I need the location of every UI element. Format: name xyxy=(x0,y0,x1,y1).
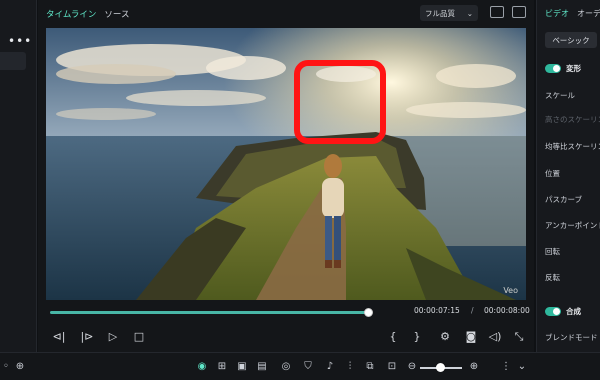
basic-button[interactable]: ベーシック xyxy=(545,32,597,48)
camera-icon[interactable]: ◙ xyxy=(464,330,478,344)
play-icon[interactable]: ▷ xyxy=(106,330,120,344)
scale-label: スケール xyxy=(545,91,575,100)
settings-icon[interactable]: ⚙ xyxy=(438,330,452,344)
split-icon[interactable]: ⊞ xyxy=(216,361,228,373)
image-edit-icon[interactable]: ▤ xyxy=(256,361,268,373)
uniform-scaling-label: 均等比スケーリング xyxy=(545,142,600,151)
stop-icon[interactable]: □ xyxy=(132,330,146,344)
video-frame xyxy=(46,28,526,300)
shield-icon[interactable]: ⛉ xyxy=(302,361,314,373)
composite-label: 合成 xyxy=(566,307,581,316)
editor-window: ••• タイムライン ソース フル品質 ⌄ Veo 00:00:07:15 / … xyxy=(0,0,600,380)
zoom-slider-knob[interactable] xyxy=(436,363,445,372)
next-frame-icon[interactable]: |⊳ xyxy=(80,330,94,344)
time-separator: / xyxy=(471,306,474,315)
zoom-out-icon[interactable]: ⊖ xyxy=(406,361,418,373)
properties-tabs: ビデオ オーディオ xyxy=(537,0,600,26)
position-label: 位置 xyxy=(545,169,560,178)
quality-label: フル品質 xyxy=(425,8,455,18)
drag-handle-icon[interactable]: ⋮ xyxy=(500,361,512,373)
progress-knob[interactable] xyxy=(364,308,373,317)
more-options-icon[interactable]: ••• xyxy=(8,34,32,48)
tab-timeline[interactable]: タイムライン xyxy=(46,8,96,20)
chevron-down-icon: ⌄ xyxy=(466,8,473,18)
fit-icon[interactable]: ⊡ xyxy=(386,361,398,373)
timeline-toolbar: ◦ ⊕ ◉ ⊞ ▣ ▤ ◎ ⛉ ♪ ⫶ ⧉ ⊡ ⊖ ⊕ ⋮ ⌄ xyxy=(0,352,600,380)
mic-icon[interactable]: ♪ xyxy=(324,361,336,373)
mark-in-icon[interactable]: { xyxy=(386,330,400,344)
rotation-label: 回転 xyxy=(545,247,560,256)
snapshot-view-icon[interactable] xyxy=(512,6,526,18)
mixer-icon[interactable]: ⫶ xyxy=(344,361,356,373)
flip-label: 反転 xyxy=(545,273,560,282)
volume-icon[interactable]: ◁) xyxy=(488,330,502,344)
chevron-down-icon[interactable]: ⌄ xyxy=(516,361,528,373)
marker-icon[interactable]: ◦ xyxy=(0,361,12,373)
progress-row: 00:00:07:15 / 00:00:08:00 xyxy=(46,303,530,321)
watermark: Veo xyxy=(503,286,518,295)
total-time: 00:00:08:00 xyxy=(484,306,530,315)
anchor-point-label: アンカーポイント xyxy=(545,221,600,230)
properties-panel: ビデオ オーディオ ベーシック 変形 スケール 高さのスケーリング 均等比スケー… xyxy=(536,0,600,352)
transform-label: 変形 xyxy=(566,64,581,73)
quality-dropdown[interactable]: フル品質 ⌄ xyxy=(420,5,478,21)
ai-face-icon[interactable]: ◉ xyxy=(196,361,208,373)
transform-toggle[interactable] xyxy=(545,64,561,73)
path-curve-label: パスカーブ xyxy=(545,195,583,204)
playback-controls: ⊲| |⊳ ▷ □ { } ⚙ ◙ ◁) ⤡ xyxy=(46,326,526,348)
fullscreen-icon[interactable]: ⤡ xyxy=(512,330,526,344)
duplicate-icon[interactable]: ⧉ xyxy=(364,361,376,373)
current-time: 00:00:07:15 xyxy=(414,306,460,315)
mark-out-icon[interactable]: } xyxy=(410,330,424,344)
crop-icon[interactable]: ▣ xyxy=(236,361,248,373)
tab-audio[interactable]: オーディオ xyxy=(577,8,600,19)
previous-frame-icon[interactable]: ⊲| xyxy=(52,330,66,344)
tab-source[interactable]: ソース xyxy=(104,8,129,20)
composite-toggle[interactable] xyxy=(545,307,561,316)
blend-mode-label: ブレンドモード xyxy=(545,333,598,342)
video-preview[interactable]: Veo xyxy=(46,28,526,300)
highlight-box xyxy=(294,60,386,144)
left-panel: ••• xyxy=(0,0,37,352)
tab-video[interactable]: ビデオ xyxy=(545,8,569,19)
grid-icon[interactable] xyxy=(490,6,504,18)
progress-track[interactable] xyxy=(50,311,372,314)
left-panel-selected-item[interactable] xyxy=(0,52,26,70)
height-scaling-label: 高さのスケーリング xyxy=(545,115,600,124)
snap-icon[interactable]: ⊕ xyxy=(14,361,26,373)
zoom-in-icon[interactable]: ⊕ xyxy=(468,361,480,373)
speed-icon[interactable]: ◎ xyxy=(280,361,292,373)
preview-area: タイムライン ソース フル品質 ⌄ Veo 00:00:07:15 / 00:0… xyxy=(38,0,534,352)
